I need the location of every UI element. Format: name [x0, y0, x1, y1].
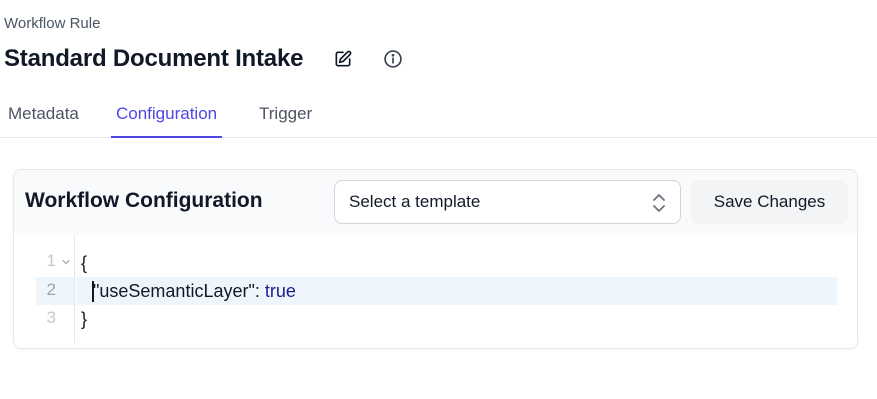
save-changes-button[interactable]: Save Changes: [691, 180, 848, 224]
tab-metadata[interactable]: Metadata: [8, 96, 79, 137]
line-number: 2: [46, 280, 56, 299]
code-line: "useSemanticLayer": true: [93, 277, 296, 305]
info-button[interactable]: [379, 45, 407, 73]
code-line: }: [81, 309, 88, 329]
template-select[interactable]: Select a template: [334, 180, 681, 224]
tab-configuration[interactable]: Configuration: [110, 96, 223, 138]
line-gutter: 1 2 3: [14, 235, 75, 343]
title-row: Standard Document Intake: [4, 42, 407, 76]
template-select-placeholder: Select a template: [349, 192, 481, 211]
text-caret: [92, 281, 94, 302]
eyebrow-label: Workflow Rule: [4, 15, 101, 32]
json-key: "useSemanticLayer": [93, 281, 255, 301]
code-line: {: [81, 253, 88, 273]
page-title: Standard Document Intake: [4, 45, 304, 72]
tab-bar: Metadata Configuration Trigger: [0, 96, 877, 138]
edit-icon: [335, 50, 352, 67]
line-number: 1: [46, 251, 56, 270]
code-editor[interactable]: 1 2 3 { "useSemanticLayer": true }: [14, 235, 857, 348]
json-separator: :: [254, 281, 265, 301]
edit-button[interactable]: [329, 45, 357, 73]
info-icon: [384, 50, 403, 68]
card-title: Workflow Configuration: [25, 189, 263, 212]
workflow-configuration-card: Workflow Configuration Select a template…: [13, 169, 858, 349]
fold-chevron-icon[interactable]: [61, 257, 71, 267]
card-header: Workflow Configuration Select a template…: [14, 170, 857, 235]
json-boolean: true: [264, 281, 296, 301]
chevron-up-down-icon: [653, 194, 665, 212]
tab-trigger[interactable]: Trigger: [259, 96, 312, 137]
line-number: 3: [46, 308, 56, 327]
